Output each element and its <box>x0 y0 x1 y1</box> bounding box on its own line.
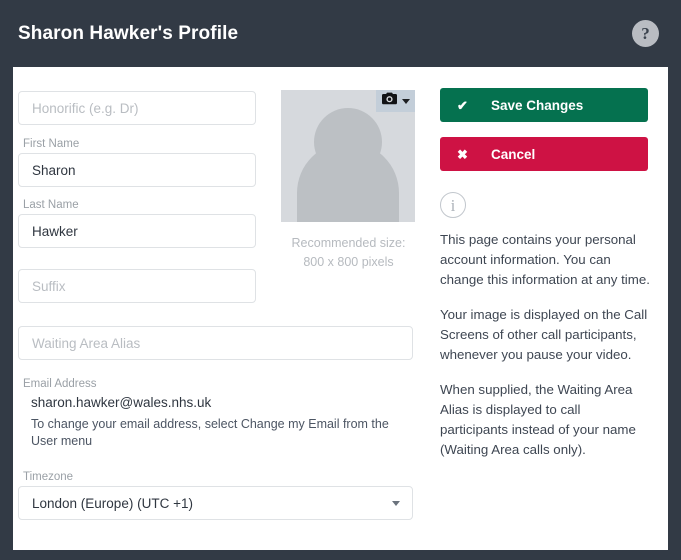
modal-body: First Name Last Name Email Address sharo… <box>13 67 668 550</box>
avatar[interactable] <box>281 90 415 222</box>
save-changes-button[interactable]: ✔ Save Changes <box>440 88 648 122</box>
change-photo-button[interactable] <box>376 90 415 112</box>
timezone-select-wrap: London (Europe) (UTC +1) <box>18 486 413 520</box>
timezone-selected-value: London (Europe) (UTC +1) <box>32 495 193 511</box>
avatar-recommended-size: Recommended size: 800 x 800 pixels <box>281 234 416 272</box>
field-timezone: Timezone London (Europe) (UTC +1) <box>18 470 426 520</box>
suffix-input[interactable] <box>18 269 256 303</box>
timezone-label: Timezone <box>23 471 74 483</box>
honorific-input[interactable] <box>18 91 256 125</box>
info-paragraph-1: This page contains your personal account… <box>440 232 650 287</box>
modal-header: Sharon Hawker's Profile ? <box>0 0 681 67</box>
check-icon: ✔ <box>457 97 468 113</box>
profile-modal: Sharon Hawker's Profile ? First Name Las… <box>0 0 681 560</box>
chevron-down-icon <box>402 98 410 104</box>
cancel-button[interactable]: ✖ Cancel <box>440 137 648 171</box>
help-icon[interactable]: ? <box>632 20 659 47</box>
page-title: Sharon Hawker's Profile <box>18 23 239 44</box>
info-paragraph-2: Your image is displayed on the Call Scre… <box>440 307 648 362</box>
field-suffix <box>18 269 426 303</box>
info-circle-icon: i <box>440 192 466 218</box>
email-change-hint: To change your email address, select Cha… <box>31 417 389 448</box>
cancel-label: Cancel <box>491 146 536 162</box>
save-changes-label: Save Changes <box>491 97 584 113</box>
waiting-area-alias-input[interactable] <box>18 326 413 360</box>
first-name-input[interactable] <box>18 153 256 187</box>
info-icon-wrap: i <box>440 192 650 218</box>
avatar-note-line-2: 800 x 800 pixels <box>303 255 394 269</box>
cross-icon: ✖ <box>457 146 468 162</box>
field-email: Email Address sharon.hawker@wales.nhs.uk… <box>18 377 426 450</box>
person-silhouette-body <box>297 142 399 222</box>
info-paragraph-3: When supplied, the Waiting Area Alias is… <box>440 382 636 457</box>
email-label: Email Address <box>23 378 97 390</box>
last-name-input[interactable] <box>18 214 256 248</box>
side-panel: ✔ Save Changes ✖ Cancel i This page cont… <box>440 88 650 460</box>
field-waiting-area-alias <box>18 326 426 360</box>
avatar-section: Recommended size: 800 x 800 pixels <box>281 90 416 272</box>
timezone-select[interactable]: London (Europe) (UTC +1) <box>18 486 413 520</box>
camera-icon <box>382 92 397 110</box>
avatar-note-line-1: Recommended size: <box>291 236 406 250</box>
email-value: sharon.hawker@wales.nhs.uk <box>31 395 212 410</box>
